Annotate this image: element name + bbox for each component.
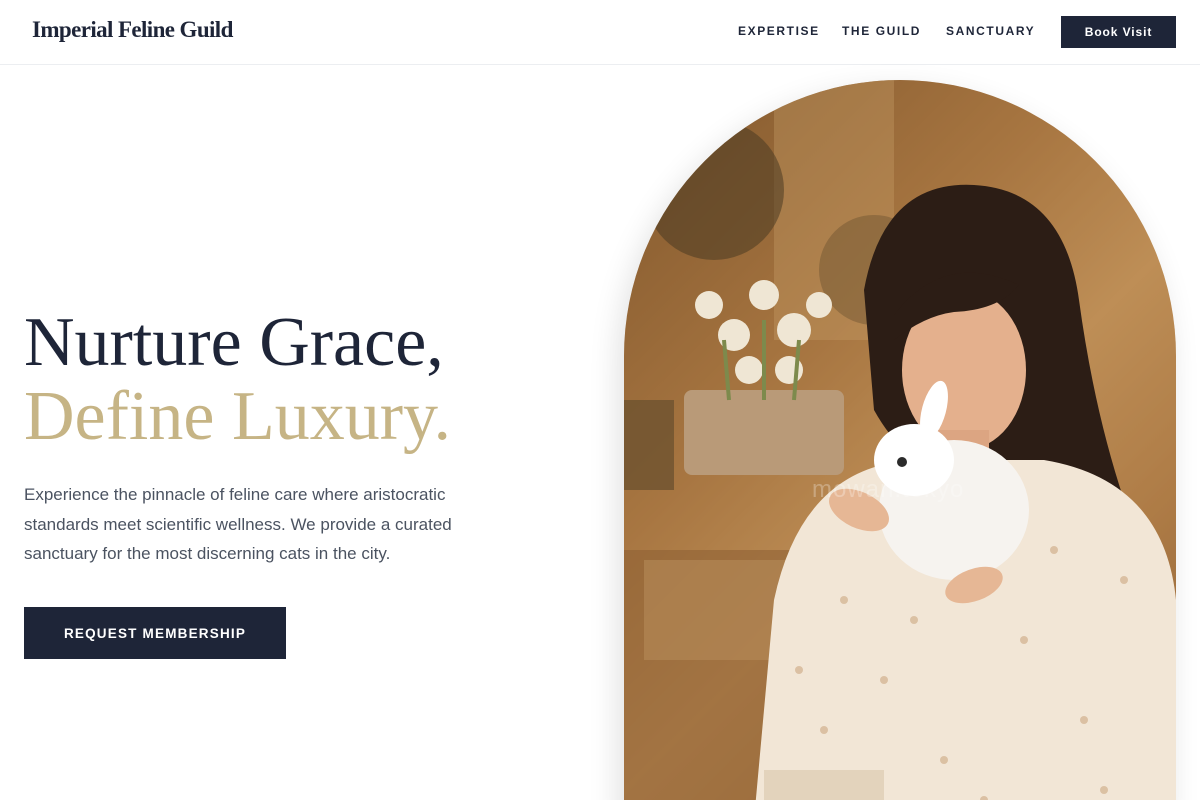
hero-headline-line2: Define Luxury.: [24, 378, 451, 455]
hero-photo-illustration: [624, 80, 1176, 800]
hero-description: Experience the pinnacle of feline care w…: [24, 485, 452, 563]
image-watermark: mowan.tokyo: [812, 476, 965, 503]
hero-headline: Nurture Grace, Define Luxury.: [24, 306, 451, 454]
hero-photo: mowan.tokyo: [624, 80, 1176, 800]
request-membership-button[interactable]: REQUEST MEMBERSHIP: [24, 607, 286, 659]
nav-link-the-guild[interactable]: THE GUILD: [842, 24, 921, 38]
book-visit-button[interactable]: Book Visit: [1061, 16, 1176, 48]
nav-link-sanctuary[interactable]: SANCTUARY: [946, 24, 1035, 38]
site-header: Imperial Feline Guild EXPERTISE THE GUIL…: [0, 0, 1200, 65]
brand-logo[interactable]: Imperial Feline Guild: [32, 17, 233, 43]
nav-link-expertise[interactable]: EXPERTISE: [738, 24, 820, 38]
hero-headline-line1: Nurture Grace,: [24, 304, 444, 381]
